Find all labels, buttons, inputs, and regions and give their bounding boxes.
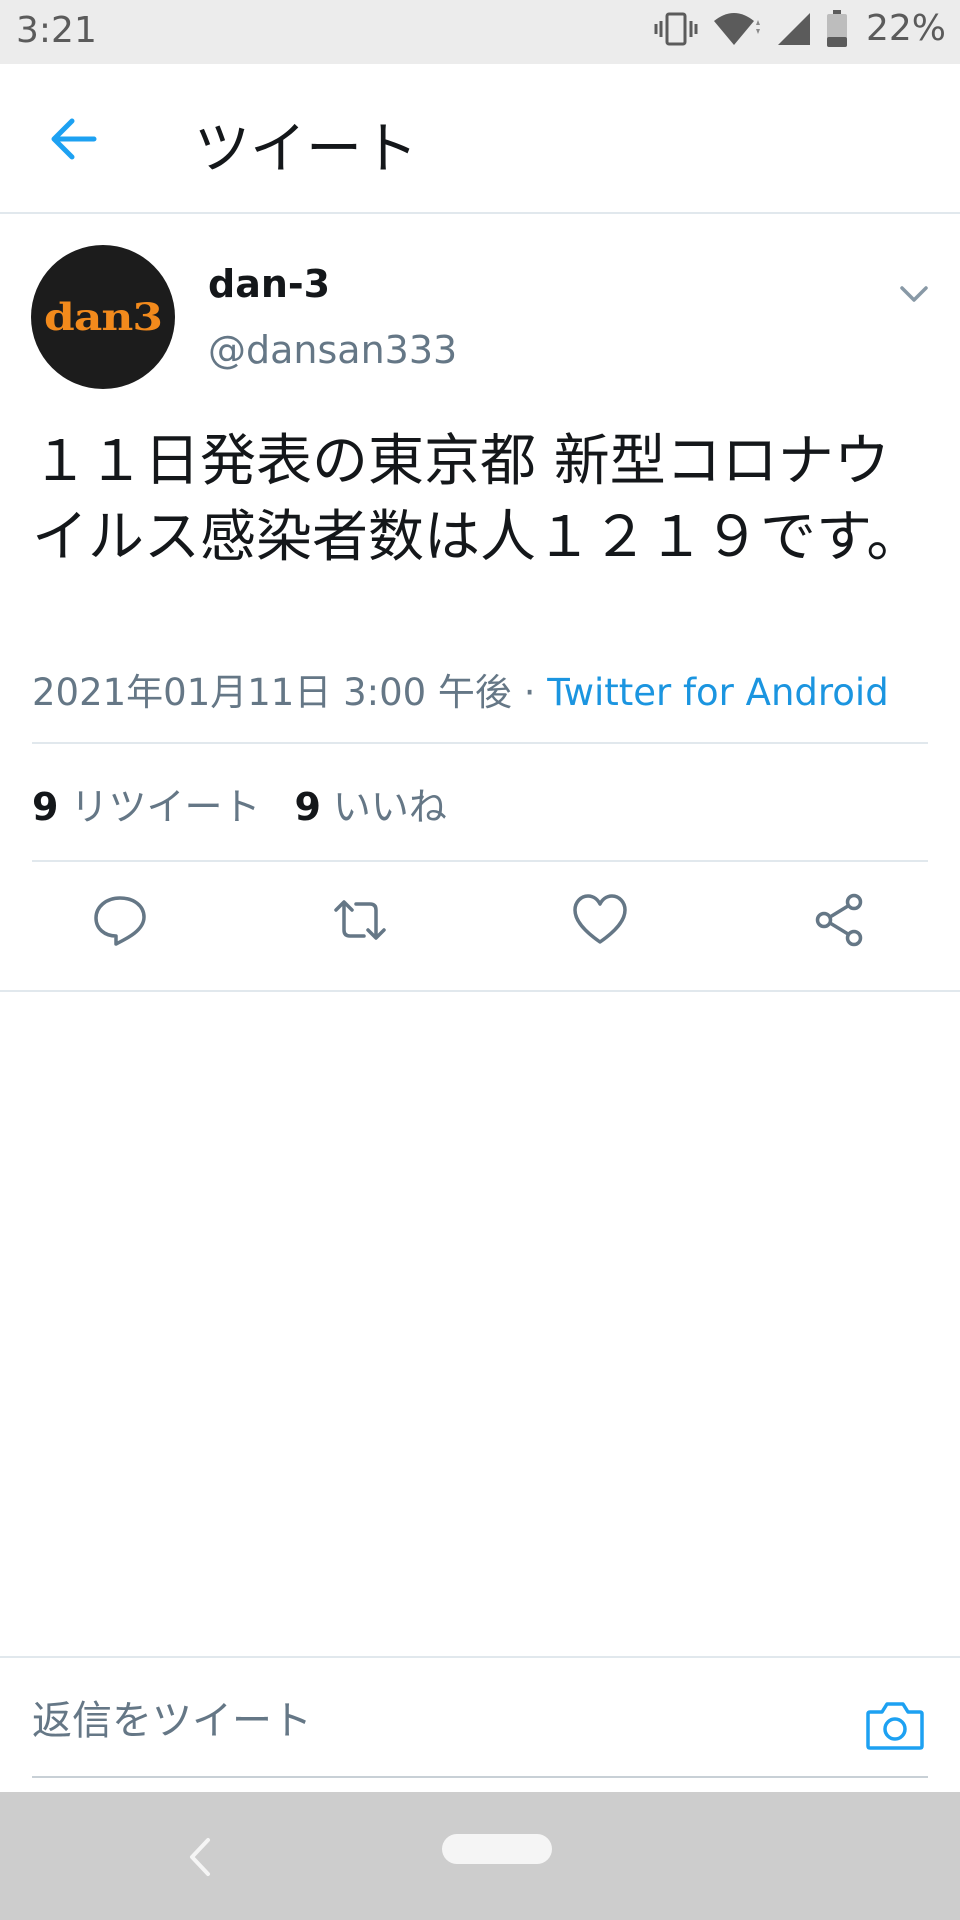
reply-input[interactable] [32,1698,732,1744]
battery-icon [826,9,847,47]
divider [32,860,928,862]
retweet-count: 9 [32,785,59,829]
retweet-button[interactable] [330,890,390,950]
like-label: いいね [332,785,447,829]
status-time: 3:21 [16,10,97,51]
system-back-button[interactable] [180,1832,220,1882]
status-icons: 22% [654,8,946,49]
page-title: ツイート [194,117,418,182]
like-count: 9 [294,785,321,829]
cell-signal-icon [777,12,810,45]
tweet-timestamp: 2021年01月11日 3:00 午後 [32,671,512,714]
tweet-detail: dan3 dan-3 @dansan333 １１日発表の東京都 新型コロナウイル… [0,214,960,992]
system-nav-bar [0,1792,960,1920]
reply-button[interactable] [90,890,150,950]
tweet-actions [0,890,960,990]
heart-icon [573,894,627,944]
divider [32,742,928,744]
chevron-left-icon [190,1838,210,1876]
camera-button[interactable] [864,1698,926,1754]
vibrate-icon [654,12,698,45]
wifi-icon [713,12,760,45]
retweet-icon [334,900,386,940]
tweet-menu-button[interactable] [896,276,932,312]
display-name[interactable]: dan-3 [208,262,330,306]
app-header: ツイート [0,64,960,214]
reply-icon [94,896,146,946]
avatar-logo-text: dan3 [44,295,163,339]
battery-percent: 22% [865,8,946,49]
tweet-source-link[interactable]: Twitter for Android [547,671,888,714]
user-handle[interactable]: @dansan333 [208,328,457,372]
reply-underline [32,1776,928,1778]
status-bar: 3:21 22% [0,0,960,64]
reply-bar [0,1656,960,1778]
retweet-label: リツイート [70,785,261,829]
like-stat[interactable]: 9 いいね [294,776,446,831]
chevron-down-icon [900,286,928,302]
arrow-left-icon [51,118,97,160]
avatar[interactable]: dan3 [31,245,175,389]
share-icon [815,893,863,947]
tweet-text: １１日発表の東京都 新型コロナウイルス感染者数は人１２１９です。 [32,429,923,570]
system-home-pill[interactable] [442,1834,552,1864]
back-button[interactable] [44,109,104,169]
share-button[interactable] [810,890,870,950]
like-button[interactable] [570,890,630,950]
meta-separator: · [523,671,536,714]
retweet-stat[interactable]: 9 リツイート [32,776,260,831]
tweet-stats: 9 リツイート 9 いいね [32,776,447,831]
tweet-meta: 2021年01月11日 3:00 午後 · Twitter for Androi… [32,662,889,716]
camera-icon [866,1702,924,1750]
